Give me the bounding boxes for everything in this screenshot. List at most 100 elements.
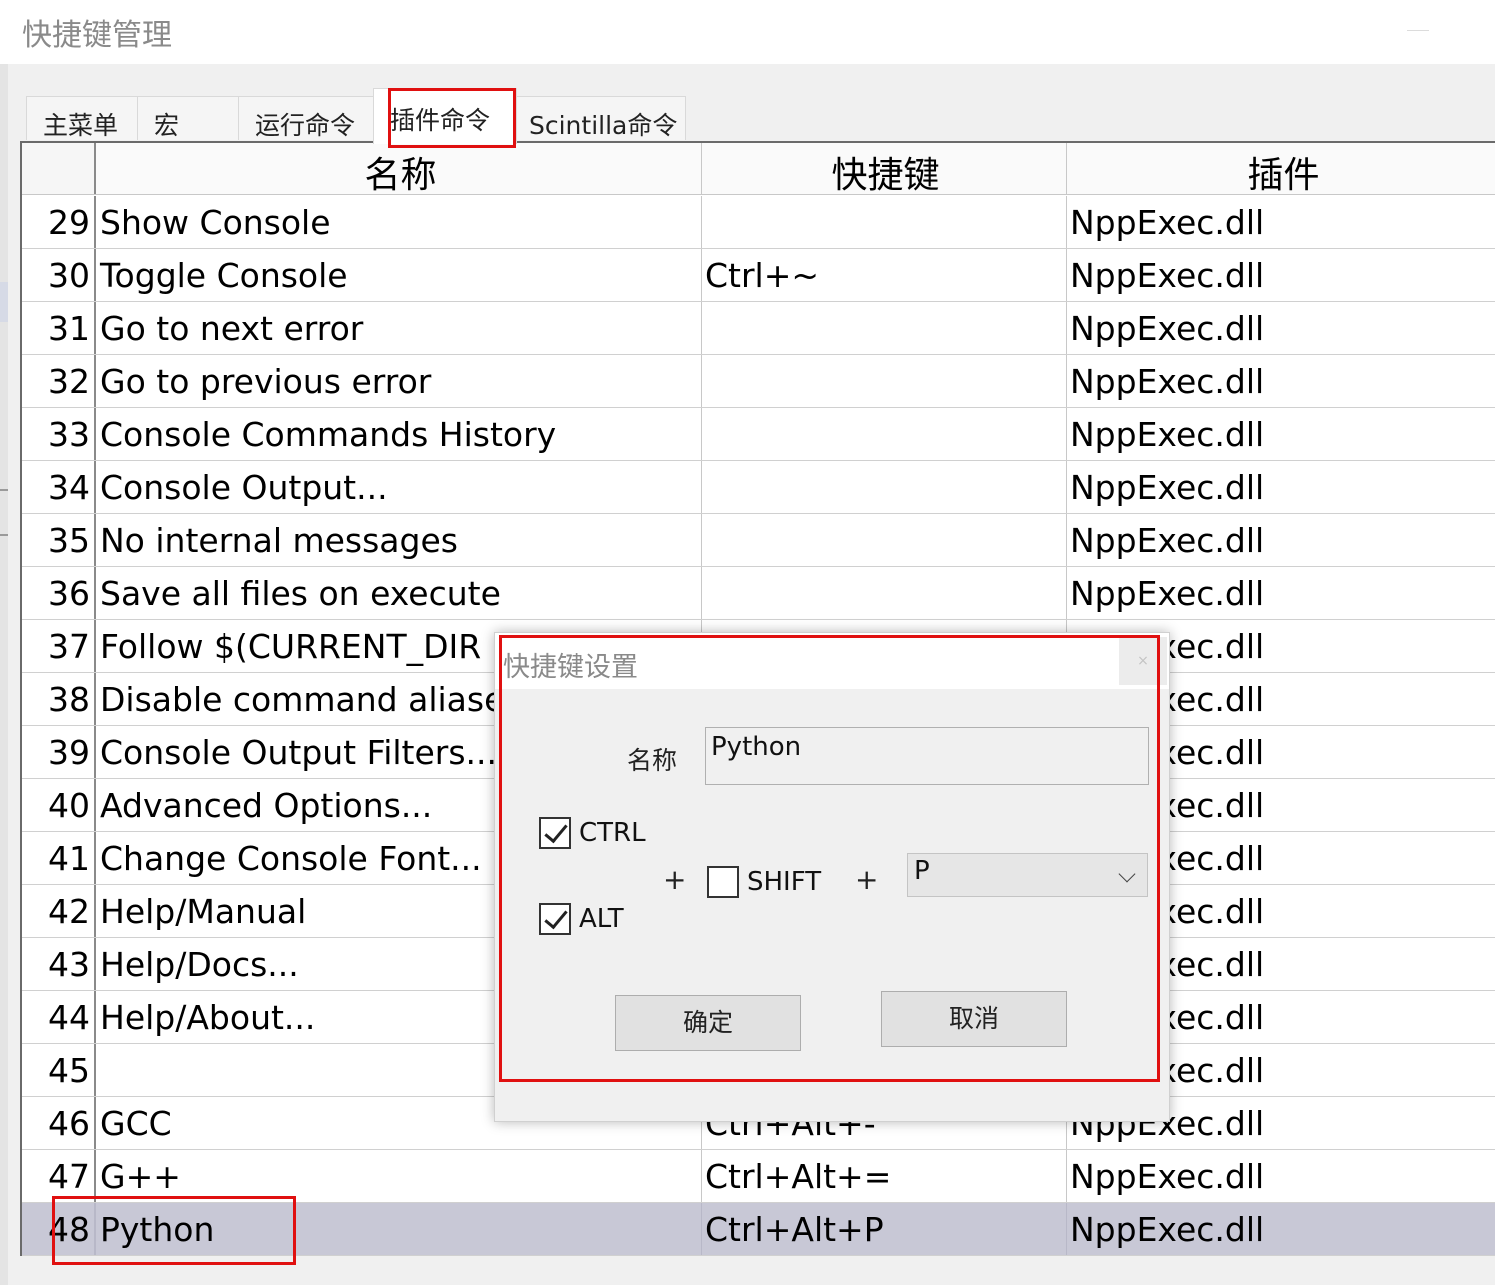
plus-sign: +: [855, 863, 879, 896]
cancel-button[interactable]: 取消: [881, 991, 1067, 1047]
table-row[interactable]: 31 Go to next error NppExec.dll: [22, 302, 1495, 355]
tab-scintilla-commands[interactable]: Scintilla命令: [516, 96, 686, 140]
tab-label: 插件命令: [390, 106, 491, 135]
shift-checkbox-row[interactable]: SHIFT: [707, 866, 821, 898]
row-index: 33: [22, 408, 96, 460]
row-shortcut: [702, 408, 1067, 460]
tab-label: Scintilla命令: [529, 111, 678, 140]
left-background-strip: [0, 64, 8, 1285]
column-header-plugin[interactable]: 插件: [1067, 143, 1495, 194]
tab-label: 宏: [154, 111, 180, 140]
row-index: 44: [22, 991, 96, 1043]
row-shortcut: [702, 514, 1067, 566]
row-shortcut: Ctrl+Alt+P: [702, 1203, 1067, 1255]
row-name: Toggle Console: [97, 249, 702, 301]
row-index: 45: [22, 1044, 96, 1096]
row-shortcut: [702, 302, 1067, 354]
row-plugin: NppExec.dll: [1070, 362, 1265, 401]
shift-checkbox[interactable]: [707, 866, 739, 898]
row-shortcut: [702, 461, 1067, 513]
row-index: 37: [22, 620, 96, 672]
row-plugin: NppExec.dll: [1070, 1210, 1265, 1249]
alt-label: ALT: [579, 904, 624, 934]
tab-label: 主菜单: [43, 111, 119, 140]
column-header-index: [22, 143, 96, 194]
table-row[interactable]: 47 G++ Ctrl+Alt+= NppExec.dll: [22, 1150, 1495, 1203]
key-dropdown[interactable]: P: [907, 853, 1148, 897]
row-plugin: NppExec.dll: [1070, 521, 1265, 560]
ctrl-checkbox-row[interactable]: CTRL: [539, 817, 646, 849]
table-row[interactable]: 32 Go to previous error NppExec.dll: [22, 355, 1495, 408]
row-plugin: NppExec.dll: [1070, 415, 1265, 454]
alt-checkbox-row[interactable]: ALT: [539, 903, 624, 935]
row-name: G++: [97, 1150, 702, 1202]
dialog-title-bar: 快捷键设置 ×: [495, 633, 1169, 689]
row-name: Show Console: [97, 196, 702, 248]
row-index: 32: [22, 355, 96, 407]
key-dropdown-value: P: [914, 856, 930, 886]
shift-label: SHIFT: [747, 867, 822, 897]
ok-button[interactable]: 确定: [615, 995, 801, 1051]
dialog-title: 快捷键设置: [503, 652, 638, 683]
table-row[interactable]: 29 Show Console NppExec.dll: [22, 196, 1495, 249]
row-shortcut: [702, 567, 1067, 619]
row-index: 30: [22, 249, 96, 301]
row-index: 47: [22, 1150, 96, 1202]
row-index: 41: [22, 832, 96, 884]
table-row[interactable]: 48 Python Ctrl+Alt+P NppExec.dll: [22, 1203, 1495, 1256]
table-row[interactable]: 36 Save all files on execute NppExec.dll: [22, 567, 1495, 620]
row-name: Python: [97, 1203, 702, 1255]
tab-run-commands[interactable]: 运行命令: [238, 96, 374, 140]
row-plugin: NppExec.dll: [1070, 309, 1265, 348]
row-shortcut: Ctrl+~: [702, 249, 1067, 301]
column-header-name[interactable]: 名称: [97, 143, 702, 194]
chevron-down-icon: [1118, 865, 1136, 883]
row-plugin: NppExec.dll: [1070, 1157, 1265, 1196]
alt-checkbox[interactable]: [539, 903, 571, 935]
column-header-shortcut[interactable]: 快捷键: [702, 143, 1067, 194]
row-index: 40: [22, 779, 96, 831]
row-plugin: NppExec.dll: [1070, 203, 1265, 242]
row-name: Console Commands History: [97, 408, 702, 460]
shortcut-settings-dialog: 快捷键设置 × 名称 Python CTRL ALT + SHIFT + P 确…: [494, 632, 1170, 1122]
window-title-bar: 快捷键管理: [0, 0, 1495, 64]
table-row[interactable]: 34 Console Output... NppExec.dll: [22, 461, 1495, 514]
row-index: 39: [22, 726, 96, 778]
row-plugin: NppExec.dll: [1070, 256, 1265, 295]
plus-sign: +: [663, 863, 687, 896]
name-field[interactable]: Python: [705, 727, 1149, 785]
row-index: 31: [22, 302, 96, 354]
ctrl-label: CTRL: [579, 818, 646, 848]
window-title: 快捷键管理: [22, 18, 172, 53]
table-row[interactable]: 33 Console Commands History NppExec.dll: [22, 408, 1495, 461]
row-index: 36: [22, 567, 96, 619]
row-name: Go to next error: [97, 302, 702, 354]
table-row[interactable]: 30 Toggle Console Ctrl+~ NppExec.dll: [22, 249, 1495, 302]
row-index: 35: [22, 514, 96, 566]
tab-main-menu[interactable]: 主菜单: [26, 96, 138, 140]
row-name: No internal messages: [97, 514, 702, 566]
row-index: 48: [22, 1203, 96, 1255]
row-index: 43: [22, 938, 96, 990]
tab-plugin-commands[interactable]: 插件命令: [373, 88, 517, 144]
row-plugin: NppExec.dll: [1070, 574, 1265, 613]
row-shortcut: [702, 355, 1067, 407]
table-header: 名称 快捷键 插件: [22, 143, 1495, 195]
row-name: Save all files on execute: [97, 567, 702, 619]
row-index: 29: [22, 196, 96, 248]
row-index: 38: [22, 673, 96, 725]
table-row[interactable]: 35 No internal messages NppExec.dll: [22, 514, 1495, 567]
row-name: Go to previous error: [97, 355, 702, 407]
minimize-icon[interactable]: [1407, 30, 1429, 31]
row-shortcut: [702, 196, 1067, 248]
row-name: Console Output...: [97, 461, 702, 513]
ctrl-checkbox[interactable]: [539, 817, 571, 849]
close-icon[interactable]: ×: [1119, 637, 1167, 685]
tab-macro[interactable]: 宏: [137, 96, 239, 140]
row-plugin: NppExec.dll: [1070, 468, 1265, 507]
row-shortcut: Ctrl+Alt+=: [702, 1150, 1067, 1202]
name-label: 名称: [627, 746, 678, 775]
row-index: 42: [22, 885, 96, 937]
tab-label: 运行命令: [255, 111, 356, 140]
row-index: 46: [22, 1097, 96, 1149]
